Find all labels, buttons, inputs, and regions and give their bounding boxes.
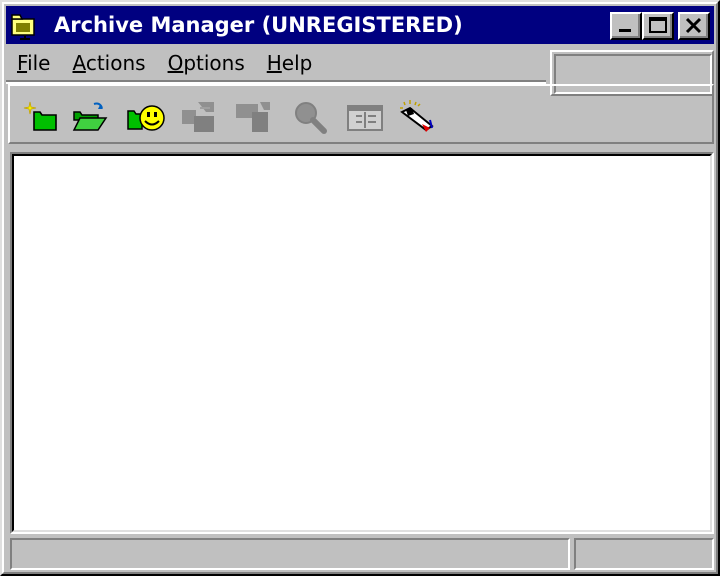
- menu-file[interactable]: File: [9, 51, 58, 75]
- properties-icon: [347, 105, 383, 131]
- window-title: Archive Manager (UNREGISTERED): [54, 13, 463, 37]
- close-button[interactable]: [678, 12, 710, 40]
- menu-file-label: ile: [27, 51, 51, 75]
- archive-content-area[interactable]: [10, 152, 714, 534]
- window-controls: [610, 12, 710, 40]
- title-bar[interactable]: Archive Manager (UNREGISTERED): [6, 6, 714, 44]
- menu-options-mnemonic: O: [167, 51, 184, 75]
- extract-icon: [236, 102, 270, 132]
- menu-help-label: elp: [281, 51, 313, 75]
- status-panel-main: [10, 538, 570, 570]
- status-panel-secondary: [574, 538, 714, 570]
- add-files-icon: [182, 102, 214, 132]
- menu-options[interactable]: Options: [160, 51, 253, 75]
- menu-file-mnemonic: F: [17, 51, 28, 75]
- maximize-button[interactable]: [642, 12, 674, 40]
- folder-app-icon[interactable]: [10, 10, 40, 40]
- menu-actions-label: ctions: [85, 51, 146, 75]
- toolbar: [8, 84, 714, 144]
- wizard-icon[interactable]: [396, 98, 436, 136]
- menu-help-mnemonic: H: [266, 51, 282, 75]
- archive-content-inset: [12, 154, 712, 532]
- menu-options-label: ptions: [183, 51, 245, 75]
- menu-actions[interactable]: Actions: [64, 51, 153, 75]
- minimize-button[interactable]: [610, 12, 642, 40]
- menu-actions-mnemonic: A: [72, 51, 86, 75]
- maximize-icon: [649, 17, 667, 33]
- minimize-icon: [619, 29, 631, 32]
- favorites-icon[interactable]: [126, 98, 166, 136]
- menu-bar: File Actions Options Help: [6, 46, 546, 82]
- close-icon: [685, 17, 702, 34]
- open-archive-icon[interactable]: [70, 98, 110, 136]
- main-window: Archive Manager (UNREGISTERED) File Acti…: [0, 0, 720, 576]
- menu-help[interactable]: Help: [259, 51, 321, 75]
- new-archive-icon[interactable]: [22, 98, 62, 136]
- view-icon: [295, 102, 327, 134]
